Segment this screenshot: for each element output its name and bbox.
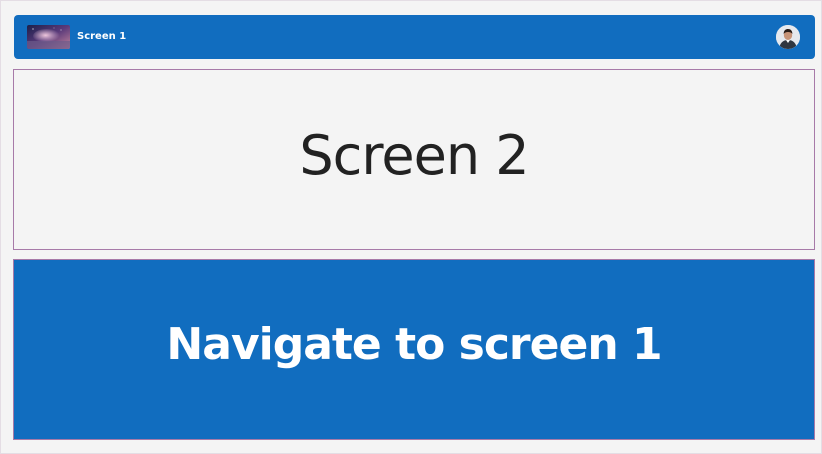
app-frame: Screen 1 Screen 2 Navigate to screen 1	[0, 0, 822, 454]
header-title: Screen 1	[77, 31, 127, 42]
header-bar: Screen 1	[14, 15, 815, 59]
galaxy-thumbnail-icon	[27, 25, 70, 49]
screen-label-container: Screen 2	[13, 69, 815, 250]
screen-label: Screen 2	[299, 123, 529, 187]
navigate-button-label: Navigate to screen 1	[166, 318, 662, 370]
navigate-to-screen-1-button[interactable]: Navigate to screen 1	[13, 259, 815, 440]
user-avatar-icon[interactable]	[776, 25, 800, 49]
